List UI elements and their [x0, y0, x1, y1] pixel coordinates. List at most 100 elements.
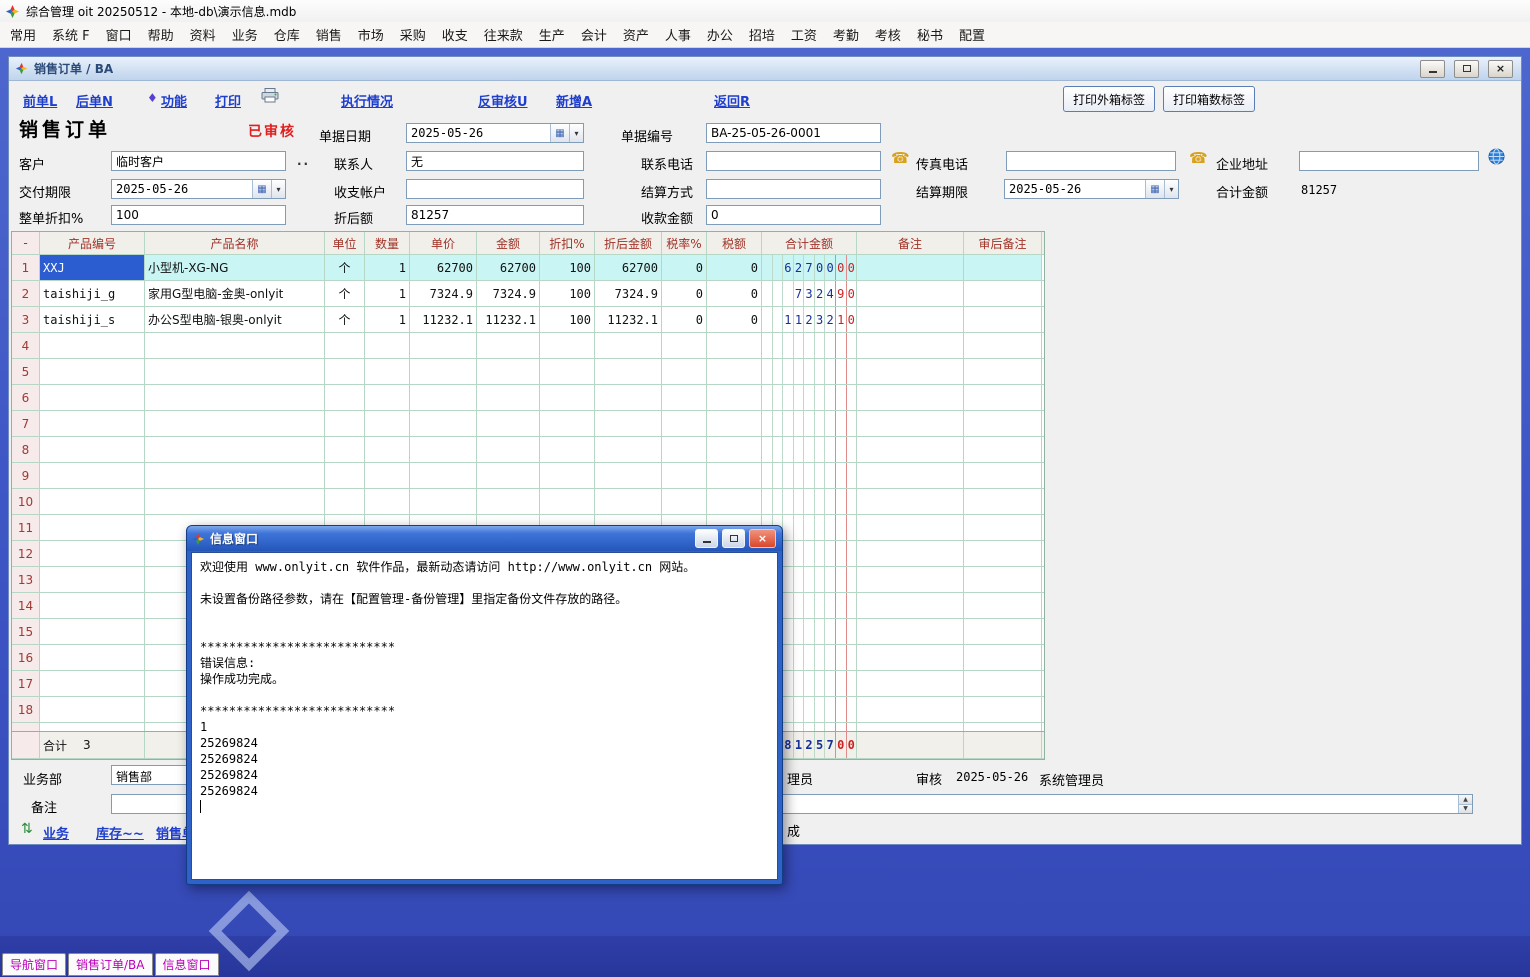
grid-cell[interactable]: 小型机-XG-NG: [145, 255, 325, 280]
grid-cell[interactable]: [410, 359, 477, 384]
grid-cell[interactable]: [964, 411, 1042, 436]
grid-cell[interactable]: [662, 385, 707, 410]
grid-cell[interactable]: [477, 333, 540, 358]
note-scrollbar[interactable]: ▲▼: [1458, 795, 1472, 813]
grid-cell[interactable]: [40, 385, 145, 410]
menu-item[interactable]: 系统 F: [44, 22, 98, 47]
grid-cell[interactable]: 15: [12, 619, 40, 644]
grid-cell[interactable]: [540, 411, 595, 436]
grid-cell[interactable]: [365, 411, 410, 436]
menu-item[interactable]: 市场: [350, 22, 392, 47]
calendar-icon[interactable]: ▦: [550, 124, 569, 142]
grid-cell[interactable]: 8: [12, 437, 40, 462]
grid-cell[interactable]: [540, 333, 595, 358]
grid-cell[interactable]: 6: [12, 385, 40, 410]
prev-order-link[interactable]: 前单L: [23, 91, 57, 110]
grid-cell[interactable]: [707, 489, 762, 514]
doc-close-button[interactable]: ×: [1488, 60, 1513, 78]
grid-cell[interactable]: [857, 307, 964, 332]
doc-restore-button[interactable]: [1454, 60, 1479, 78]
grid-cell[interactable]: 2: [12, 281, 40, 306]
grid-cell[interactable]: 3: [12, 307, 40, 332]
table-row[interactable]: 7: [12, 411, 1044, 437]
grid-cell[interactable]: [540, 359, 595, 384]
unaudit-link[interactable]: 反审核U: [478, 91, 528, 110]
grid-cell[interactable]: [477, 411, 540, 436]
grid-cell[interactable]: [662, 437, 707, 462]
grid-cell[interactable]: [662, 333, 707, 358]
grid-cell[interactable]: [410, 489, 477, 514]
dialog-minimize-button[interactable]: [695, 529, 718, 548]
grid-cell[interactable]: [365, 385, 410, 410]
grid-cell[interactable]: [707, 411, 762, 436]
grid-cell[interactable]: [40, 463, 145, 488]
grid-cell[interactable]: [707, 359, 762, 384]
grid-cell[interactable]: 0: [707, 307, 762, 332]
grid-cell[interactable]: 100: [540, 307, 595, 332]
grid-cell[interactable]: [365, 333, 410, 358]
grid-cell[interactable]: [964, 281, 1042, 306]
grid-cell[interactable]: 12: [12, 541, 40, 566]
function-menu-link[interactable]: 功能: [161, 91, 187, 110]
deliver-date-picker[interactable]: 2025-05-26 ▦ ▾: [111, 179, 286, 199]
order-discount-input[interactable]: [111, 205, 286, 225]
account-input[interactable]: [406, 179, 584, 199]
grid-cell[interactable]: 0: [662, 281, 707, 306]
grid-cell[interactable]: 0: [662, 255, 707, 280]
grid-cell[interactable]: 个: [325, 307, 365, 332]
grid-cell[interactable]: 62700: [595, 255, 662, 280]
grid-cell[interactable]: [857, 359, 964, 384]
taskbar-tab[interactable]: 信息窗口: [155, 953, 219, 976]
grid-cell[interactable]: [964, 385, 1042, 410]
grid-cell[interactable]: [595, 359, 662, 384]
grid-cell[interactable]: [662, 411, 707, 436]
menu-item[interactable]: 招培: [741, 22, 783, 47]
grid-cell[interactable]: [40, 541, 145, 566]
taskbar-tab[interactable]: 销售订单/BA: [68, 953, 153, 976]
grid-cell[interactable]: 11232.1: [477, 307, 540, 332]
grid-cell[interactable]: [964, 541, 1042, 566]
received-input[interactable]: [706, 205, 881, 225]
grid-cell[interactable]: [410, 411, 477, 436]
execution-status-link[interactable]: 执行情况: [341, 91, 393, 110]
grid-cell[interactable]: [540, 489, 595, 514]
menu-item[interactable]: 资产: [615, 22, 657, 47]
grid-cell[interactable]: 17: [12, 671, 40, 696]
grid-cell[interactable]: 1: [365, 307, 410, 332]
grid-cell[interactable]: [410, 385, 477, 410]
menu-item[interactable]: 配置: [951, 22, 993, 47]
grid-cell[interactable]: [964, 489, 1042, 514]
customer-input[interactable]: [111, 151, 286, 171]
grid-cell[interactable]: [857, 333, 964, 358]
grid-cell[interactable]: [145, 489, 325, 514]
grid-cell[interactable]: [540, 385, 595, 410]
grid-cell[interactable]: 16: [12, 645, 40, 670]
after-discount-input[interactable]: [406, 205, 584, 225]
grid-cell[interactable]: [540, 463, 595, 488]
grid-cell[interactable]: [964, 333, 1042, 358]
grid-cell[interactable]: [595, 489, 662, 514]
grid-cell[interactable]: [662, 463, 707, 488]
grid-cell[interactable]: 7324.9: [595, 281, 662, 306]
grid-cell[interactable]: [662, 489, 707, 514]
grid-cell[interactable]: 10: [12, 489, 40, 514]
grid-cell[interactable]: [325, 489, 365, 514]
grid-cell[interactable]: [595, 385, 662, 410]
grid-cell[interactable]: [707, 463, 762, 488]
bill-date-picker[interactable]: 2025-05-26 ▦ ▾: [406, 123, 584, 143]
scroll-down-icon[interactable]: ▼: [1459, 804, 1472, 814]
grid-cell[interactable]: [325, 437, 365, 462]
customer-browse-dots[interactable]: ..: [297, 154, 310, 168]
grid-cell[interactable]: 62700: [477, 255, 540, 280]
table-row[interactable]: 10: [12, 489, 1044, 515]
menu-item[interactable]: 工资: [783, 22, 825, 47]
grid-cell[interactable]: [964, 307, 1042, 332]
grid-cell[interactable]: [325, 411, 365, 436]
grid-cell[interactable]: [964, 463, 1042, 488]
grid-cell[interactable]: [477, 359, 540, 384]
dialog-close-button[interactable]: ×: [749, 529, 776, 548]
grid-cell[interactable]: taishiji_s: [40, 307, 145, 332]
grid-cell[interactable]: [964, 567, 1042, 592]
grid-cell[interactable]: [40, 567, 145, 592]
menu-item[interactable]: 收支: [434, 22, 476, 47]
